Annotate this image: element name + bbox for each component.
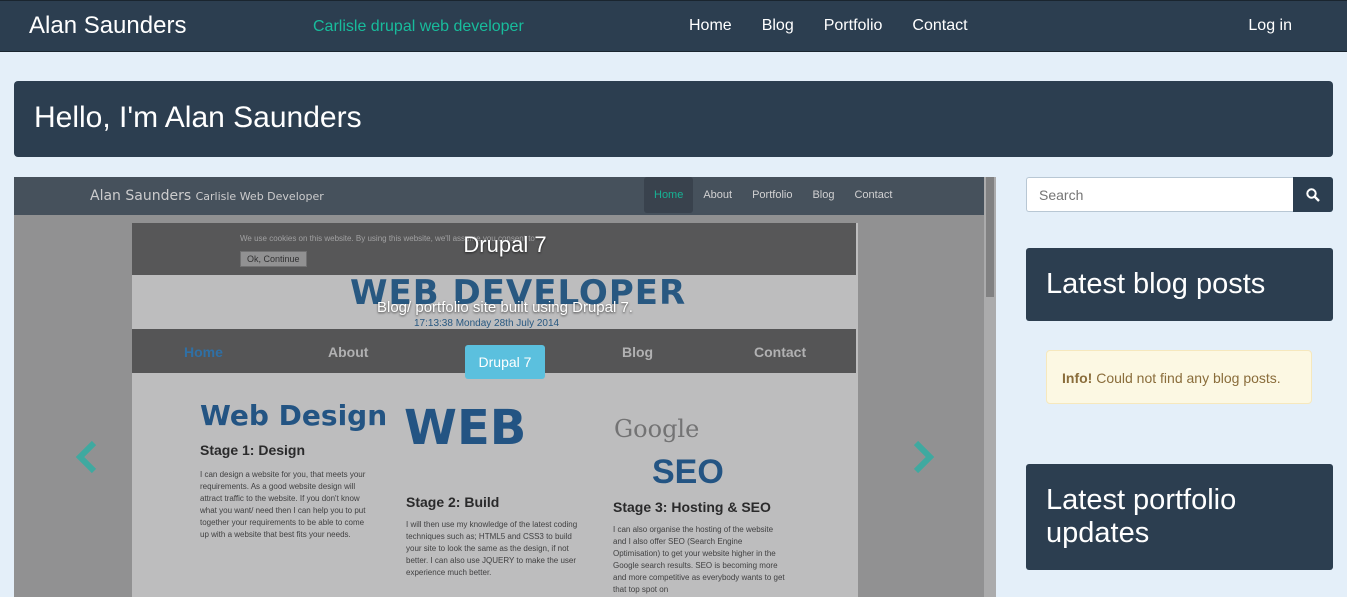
- navbar: Alan Saunders Carlisle drupal web develo…: [0, 0, 1347, 52]
- alert-strong: Info!: [1062, 370, 1093, 386]
- site-tagline: Carlisle drupal web developer: [313, 18, 524, 35]
- search-input[interactable]: [1026, 177, 1294, 212]
- nav-portfolio[interactable]: Portfolio: [809, 17, 898, 35]
- login-link[interactable]: Log in: [1248, 17, 1292, 35]
- latest-blog-posts-panel: Latest blog posts: [1026, 248, 1333, 321]
- nav-blog[interactable]: Blog: [747, 17, 809, 35]
- carousel-next-icon[interactable]: [912, 439, 936, 484]
- latest-blog-posts-title: Latest blog posts: [1046, 268, 1266, 300]
- main-nav: Home Blog Portfolio Contact: [674, 17, 983, 35]
- slide-caption-button[interactable]: Drupal 7: [465, 345, 545, 379]
- search-button[interactable]: [1293, 177, 1333, 212]
- search-icon: [1306, 187, 1320, 202]
- nav-home[interactable]: Home: [674, 17, 747, 35]
- slide-caption-title: Drupal 7: [463, 232, 547, 257]
- nav-contact[interactable]: Contact: [897, 17, 982, 35]
- latest-portfolio-panel: Latest portfolio updates: [1026, 464, 1333, 570]
- portfolio-carousel: Alan Saunders Carlisle Web Developer Hom…: [14, 177, 996, 597]
- search-form: [1026, 177, 1333, 212]
- hero-banner: Hello, I'm Alan Saunders: [14, 81, 1333, 157]
- site-brand[interactable]: Alan Saunders: [29, 12, 186, 40]
- carousel-prev-icon[interactable]: [74, 439, 98, 484]
- slide-caption-text: Blog/ portfolio site built using Drupal …: [377, 299, 633, 316]
- hero-title: Hello, I'm Alan Saunders: [34, 101, 362, 134]
- info-alert: Info! Could not find any blog posts.: [1046, 350, 1312, 404]
- latest-portfolio-title: Latest portfolio updates: [1046, 484, 1237, 549]
- alert-text: Could not find any blog posts.: [1092, 370, 1281, 386]
